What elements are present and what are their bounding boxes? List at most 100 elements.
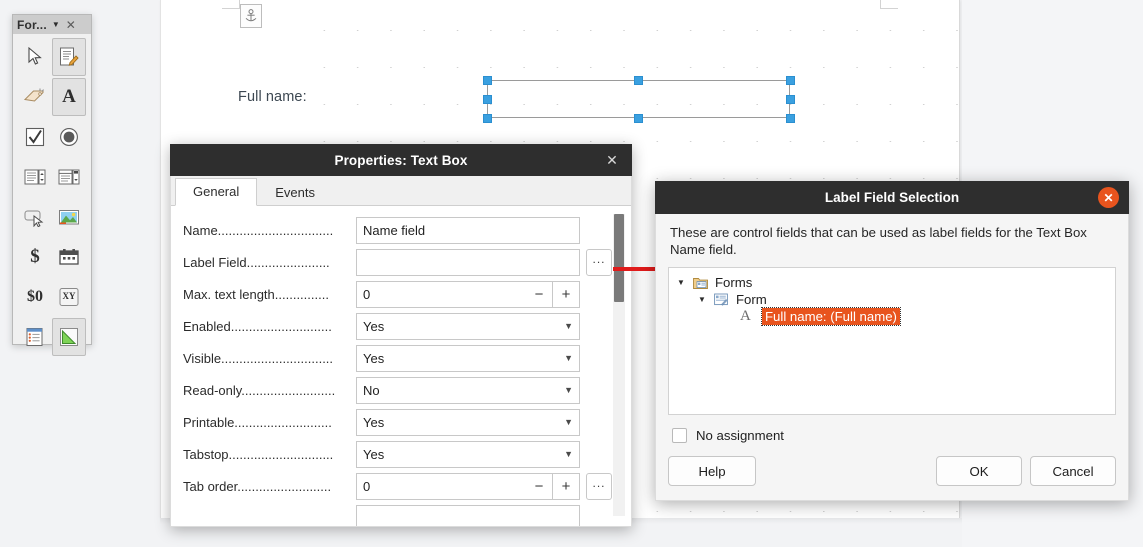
property-row-max-text-length: Max. text length............... − + (171, 278, 631, 310)
tab-general[interactable]: General (175, 178, 258, 206)
svg-text:XY: XY (63, 291, 76, 301)
label-dialog-description: These are control fields that can be use… (670, 225, 1087, 257)
no-assignment-row[interactable]: No assignment (668, 428, 1116, 443)
enabled-value: Yes (363, 318, 385, 334)
partial-select[interactable] (356, 504, 580, 526)
tree-node-forms[interactable]: ▼ Forms (675, 274, 1109, 291)
property-row-label-field: Label Field....................... ... (171, 246, 631, 278)
properties-scrollbar[interactable] (613, 214, 625, 516)
push-button-button[interactable] (18, 198, 52, 236)
forms-folder-icon (693, 276, 711, 289)
resize-handle-bottom-right[interactable] (786, 114, 795, 123)
tree-node-label: Forms (715, 275, 753, 290)
no-assignment-checkbox[interactable] (672, 428, 687, 443)
label-field-input[interactable] (356, 248, 580, 276)
property-row-printable: Printable........................... Yes… (171, 406, 631, 438)
label-dialog-buttons: Help OK Cancel (668, 456, 1116, 486)
property-label: Visible............................... (183, 350, 334, 366)
tree-node-full-name[interactable]: A Full name: (Full name) (675, 307, 1109, 326)
properties-tabstrip: General Events (171, 176, 631, 206)
toggle-wizards-button[interactable] (18, 78, 52, 116)
close-icon[interactable]: ✕ (66, 18, 76, 32)
close-icon[interactable]: ✕ (602, 150, 622, 170)
selected-control-frame[interactable] (487, 80, 790, 118)
pattern-field-button[interactable]: XY (52, 278, 86, 316)
properties-dialog[interactable]: Properties: Text Box ✕ General Events Na… (170, 144, 632, 527)
resize-handle-top-left[interactable] (483, 76, 492, 85)
more-controls-button[interactable] (52, 318, 86, 356)
max-text-length-increment[interactable]: + (553, 280, 580, 308)
visible-value: Yes (363, 350, 385, 366)
chevron-down-icon[interactable]: ▼ (52, 20, 60, 29)
margin-mark-top-right (880, 0, 898, 9)
formatted-field-button[interactable]: $0 (18, 278, 52, 316)
list-box-button[interactable] (18, 158, 52, 196)
control-fields-tree[interactable]: ▼ Forms ▼ Form A Full name: (Full name) (668, 267, 1116, 415)
label-dialog-titlebar[interactable]: Label Field Selection ✕ (655, 181, 1129, 214)
max-text-length-decrement[interactable]: − (526, 280, 553, 308)
properties-dialog-body: General Events Name.....................… (170, 176, 632, 527)
table-control-button[interactable] (18, 318, 52, 356)
tabstop-select[interactable]: Yes ▼ (356, 440, 580, 468)
tab-order-increment[interactable]: + (553, 472, 580, 500)
toolbar-title: For... (17, 17, 47, 32)
resize-handle-middle-left[interactable] (483, 95, 492, 104)
tree-node-form[interactable]: ▼ Form (675, 291, 1109, 308)
property-label: Label Field....................... (183, 254, 330, 270)
property-row-name: Name................................ (171, 214, 631, 246)
toolbar-titlebar[interactable]: For... ▼ ✕ (13, 15, 91, 34)
form-controls-toolbar[interactable]: For... ▼ ✕ A $ $0 XY (12, 14, 92, 356)
properties-list: Name................................ Lab… (171, 206, 631, 526)
close-icon[interactable]: ✕ (1098, 187, 1119, 208)
resize-handle-middle-right[interactable] (786, 95, 795, 104)
property-row-partial (171, 502, 631, 526)
chevron-down-icon[interactable]: ▼ (698, 295, 711, 304)
image-button-button[interactable] (52, 198, 86, 236)
resize-handle-bottom-left[interactable] (483, 114, 492, 123)
tab-order-decrement[interactable]: − (526, 472, 553, 500)
margin-mark-top-left (222, 0, 240, 9)
combo-box-button[interactable] (52, 158, 86, 196)
chevron-down-icon: ▼ (564, 417, 573, 427)
tab-order-browse-button[interactable]: ... (586, 472, 612, 500)
max-text-length-input[interactable] (356, 280, 526, 308)
properties-scrollbar-thumb[interactable] (614, 214, 624, 302)
label-dialog-content: These are control fields that can be use… (655, 214, 1129, 501)
label-field-selection-dialog[interactable]: Label Field Selection ✕ These are contro… (655, 181, 1129, 501)
printable-select[interactable]: Yes ▼ (356, 408, 580, 436)
enabled-select[interactable]: Yes ▼ (356, 312, 580, 340)
anchor-icon[interactable] (240, 4, 262, 28)
read-only-select[interactable]: No ▼ (356, 376, 580, 404)
resize-handle-top-right[interactable] (786, 76, 795, 85)
visible-select[interactable]: Yes ▼ (356, 344, 580, 372)
chevron-down-icon: ▼ (564, 321, 573, 331)
name-input[interactable] (356, 216, 580, 244)
tab-events[interactable]: Events (257, 179, 333, 206)
cancel-button[interactable]: Cancel (1030, 456, 1116, 486)
help-button[interactable]: Help (668, 456, 756, 486)
design-mode-button[interactable] (52, 38, 86, 76)
property-row-read-only: Read-only.......................... No ▼ (171, 374, 631, 406)
printable-value: Yes (363, 414, 385, 430)
label-field-button[interactable]: A (52, 78, 86, 116)
tab-order-input[interactable] (356, 472, 526, 500)
resize-handle-top-center[interactable] (634, 76, 643, 85)
label-field-browse-button[interactable]: ... (586, 248, 612, 276)
form-icon (714, 293, 732, 306)
check-box-button[interactable] (18, 118, 52, 156)
toolbar-button-grid: A $ $0 XY (13, 34, 91, 360)
select-tool-button[interactable] (18, 38, 52, 76)
date-field-button[interactable] (52, 238, 86, 276)
property-label: Tabstop............................. (183, 446, 334, 462)
chevron-down-icon[interactable]: ▼ (677, 278, 690, 287)
read-only-value: No (363, 382, 380, 398)
resize-handle-bottom-center[interactable] (634, 114, 643, 123)
tree-node-label: Form (736, 292, 767, 307)
currency-field-button[interactable]: $ (18, 238, 52, 276)
ok-button[interactable]: OK (936, 456, 1022, 486)
properties-dialog-titlebar[interactable]: Properties: Text Box ✕ (170, 144, 632, 176)
form-label-text: Full name: (238, 89, 307, 105)
property-label: Tab order.......................... (183, 478, 332, 494)
property-label: Max. text length............... (183, 286, 329, 302)
option-button-button[interactable] (52, 118, 86, 156)
